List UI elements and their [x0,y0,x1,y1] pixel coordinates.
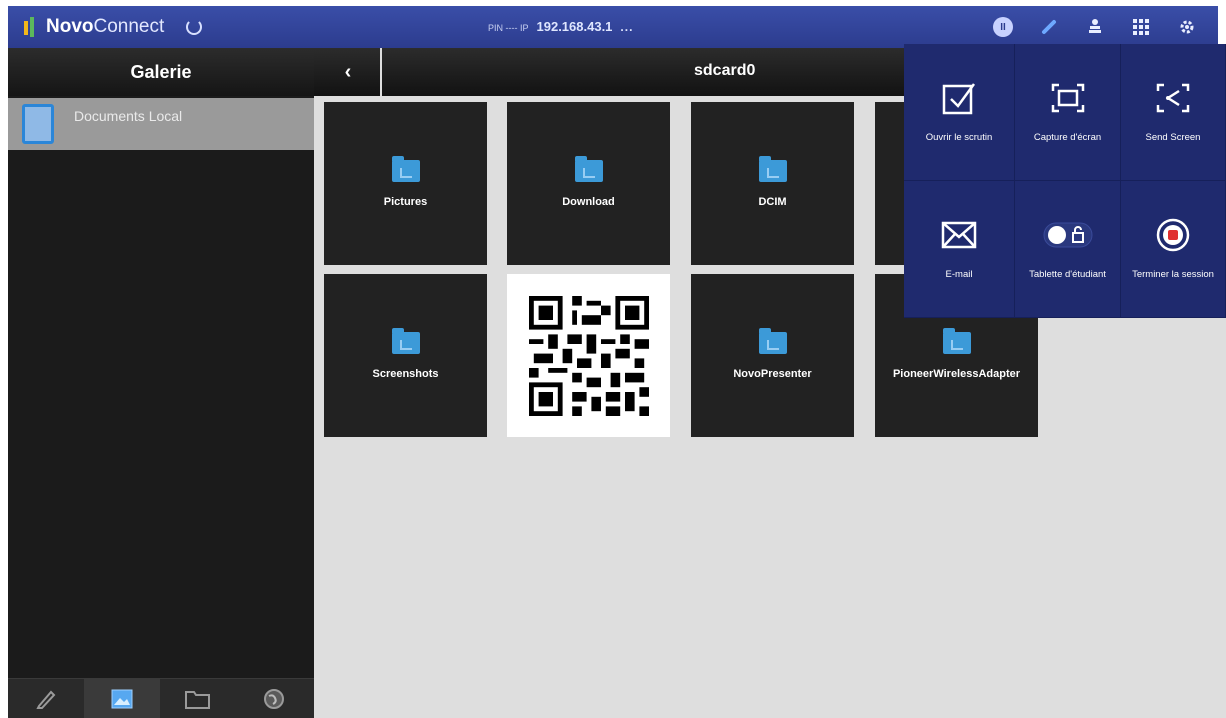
globe-icon[interactable] [236,679,312,718]
back-button[interactable]: ‹ [328,48,368,96]
tablet-icon [22,104,54,144]
pop-label: Terminer la session [1132,269,1214,280]
student-tablet-toggle[interactable]: Tablette d'étudiant [1015,181,1121,318]
pin-label: PIN ---- IP [488,23,529,33]
capture-icon [1050,78,1086,118]
novo-logo-icon [24,17,36,37]
pause-button[interactable]: II [980,6,1026,48]
folder-tile-dcim[interactable]: DCIM [691,102,854,265]
folder-tile-pictures[interactable]: Pictures [324,102,487,265]
gallery-icon[interactable] [84,679,160,718]
send-screen-button[interactable]: Send Screen [1121,44,1226,181]
tile-label: DCIM [758,195,787,208]
pop-label: E-mail [945,269,973,280]
email-button[interactable]: E-mail [904,181,1015,318]
pop-label: Ouvrir le scrutin [925,132,993,143]
lock-toggle-icon [1043,215,1093,255]
tile-label: Pictures [383,195,428,208]
more-info[interactable]: ... [620,20,633,34]
open-poll-button[interactable]: Ouvrir le scrutin [904,44,1015,181]
app-logo: NovoConnect [24,16,164,38]
sidebar: Galerie Documents Local [8,48,314,718]
folder-tile-download[interactable]: Download [507,102,670,265]
path-title: sdcard0 [694,62,756,79]
send-screen-icon [1155,78,1191,118]
pencil-icon[interactable] [8,679,84,718]
pop-label: Send Screen [1145,132,1201,143]
top-bar: NovoConnect PIN ---- IP 192.168.43.1 ...… [8,6,1218,48]
folder-icon [391,327,420,354]
pause-icon: II [993,17,1013,37]
pop-label: Capture d'écran [1033,132,1102,143]
tile-label: Screenshots [372,367,439,380]
sidebar-title: Galerie [8,48,314,96]
users-icon[interactable] [1072,6,1118,48]
qr-code-tile[interactable] [507,274,670,437]
checkbox-icon [941,78,977,118]
folder-icon [574,155,603,182]
end-session-button[interactable]: Terminer la session [1121,181,1226,318]
grid-icon[interactable] [1118,6,1164,48]
session-menu: Ouvrir le scrutin Capture d'écran Send S… [904,44,1226,318]
tile-label: PioneerWirelessAdapter [892,367,1021,380]
folder-icon [391,155,420,182]
folder-tile-novopresenter[interactable]: NovoPresenter [691,274,854,437]
connection-info: PIN ---- IP 192.168.43.1 ... [488,19,633,34]
qr-code-icon [528,295,649,416]
divider [380,48,382,96]
bottom-toolbar [8,678,314,718]
refresh-icon[interactable] [186,19,203,35]
folder-icon [758,155,787,182]
mail-icon [941,215,977,255]
tile-label: Download [562,195,615,208]
settings-icon[interactable] [1164,6,1210,48]
pop-label: Tablette d'étudiant [1029,269,1106,280]
tile-label: NovoPresenter [733,367,812,380]
sidebar-item-documents-local[interactable]: Documents Local [8,98,314,150]
folder-tile-screenshots[interactable]: Screenshots [324,274,487,437]
sidebar-item-label: Documents Local [74,108,183,124]
link-icon[interactable] [1026,6,1072,48]
ip-address: 192.168.43.1 [536,19,613,34]
screen-capture-button[interactable]: Capture d'écran [1015,44,1121,181]
folder-icon[interactable] [160,679,236,718]
folder-icon [942,327,971,354]
app-title: NovoConnect [46,16,165,37]
folder-icon [758,327,787,354]
stop-icon [1155,215,1191,255]
